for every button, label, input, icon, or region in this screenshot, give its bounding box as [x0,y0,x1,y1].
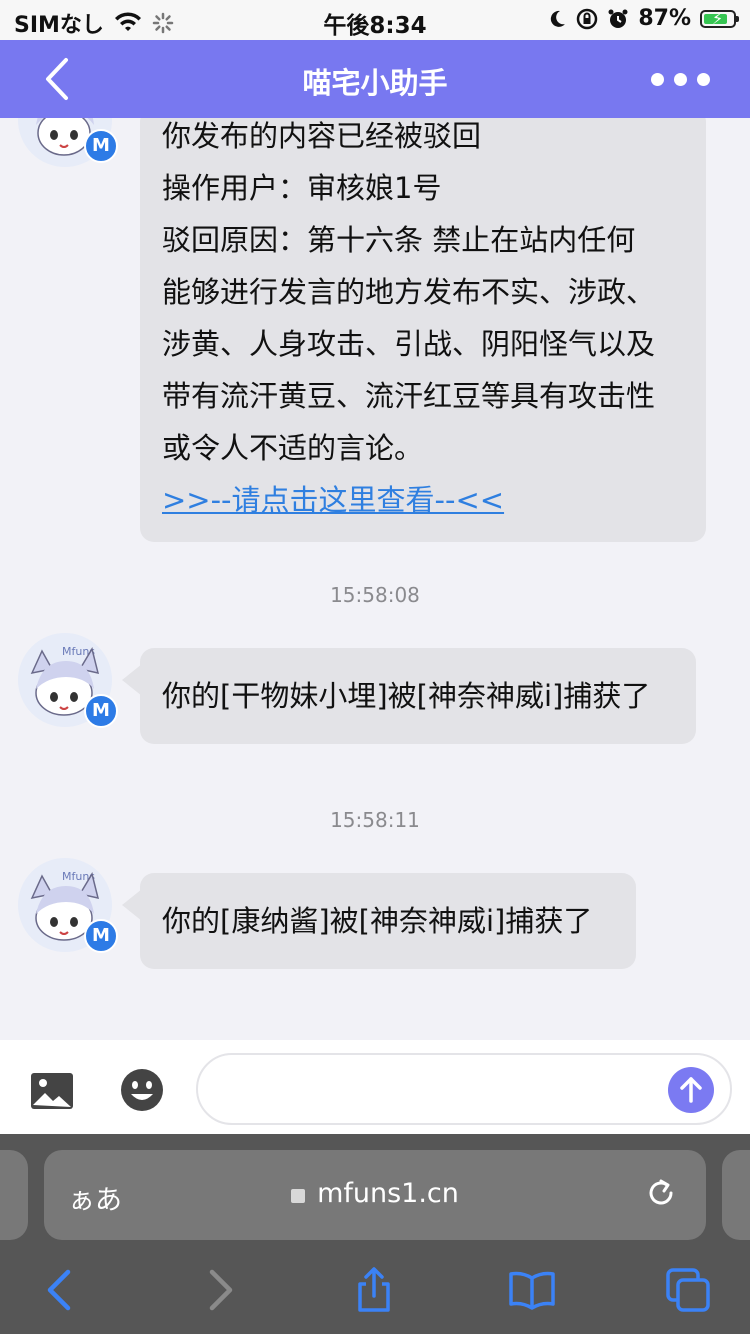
rotation-lock-icon [577,8,598,29]
bubble-tail [122,889,142,921]
share-icon[interactable] [350,1266,398,1314]
bookmarks-icon[interactable] [508,1266,556,1314]
forward-arrow-icon[interactable] [196,1266,244,1314]
message-input-field[interactable] [196,1053,732,1125]
message-text: 你的[干物妹小埋]被[神奈神威i]捕获了 [162,679,651,713]
next-tab-edge[interactable] [722,1150,750,1240]
status-bar: SIMなし 午後8:34 87% ⚡ [0,0,750,40]
view-details-link[interactable]: >>--请点击这里查看--<< [162,474,684,526]
message-bubble: 你的[干物妹小埋]被[神奈神威i]捕获了 [140,648,696,744]
bubble-tail [122,664,142,696]
browser-toolbar: ぁあ mfuns1.cn [0,1134,750,1334]
moon-icon [551,10,566,27]
nav-bar: 喵宅小助手 [0,40,750,118]
address-bar[interactable]: ぁあ mfuns1.cn [44,1150,706,1240]
send-button[interactable] [668,1067,714,1113]
message-line: 或令人不适的言论。 [162,431,424,465]
url-display[interactable]: mfuns1.cn [44,1178,706,1209]
dot [697,73,710,86]
m-badge-icon: M [84,129,118,163]
more-dots-icon[interactable] [651,73,710,86]
input-bar [0,1040,750,1134]
page-title: 喵宅小助手 [302,66,448,100]
chat-area[interactable]: M 你发布的内容已经被驳回 操作用户：审核娘1号 驳回原因：第十六条 禁止在站内… [0,118,750,1040]
message-line: 你发布的内容已经被驳回 [162,119,482,153]
dot [674,73,687,86]
message-line: 涉黄、人身攻击、引战、阴阳怪气以及 [162,327,656,361]
dot [651,73,664,86]
image-icon[interactable] [30,1072,74,1110]
reload-icon[interactable] [644,1176,678,1210]
alarm-icon [608,9,628,28]
previous-tab-edge[interactable] [0,1150,28,1240]
battery-charging-icon: ⚡ [700,8,739,28]
message-bubble: 你发布的内容已经被驳回 操作用户：审核娘1号 驳回原因：第十六条 禁止在站内任何… [140,118,706,542]
battery-percent: 87% [638,6,691,31]
message-bubble: 你的[康纳酱]被[神奈神威i]捕获了 [140,873,636,969]
message-input[interactable] [220,1055,664,1123]
status-right: 87% ⚡ [547,6,739,31]
m-badge-icon: M [84,694,118,728]
charging-bolt-icon: ⚡ [712,8,724,28]
tabs-icon[interactable] [664,1266,712,1314]
lock-icon [291,1189,306,1203]
message-line: 操作用户：审核娘1号 [162,171,442,205]
message-line: 带有流汗黄豆、流汗红豆等具有攻击性 [162,379,656,413]
message-line: 驳回原因：第十六条 禁止在站内任何 [162,223,636,257]
message-timestamp: 15:58:08 [330,583,420,607]
message-text: 你的[康纳酱]被[神奈神威i]捕获了 [162,904,593,938]
back-arrow-icon[interactable] [36,1266,84,1314]
send-arrow-icon [680,1077,702,1103]
emoji-icon[interactable] [120,1068,164,1112]
message-timestamp: 15:58:11 [330,808,420,832]
url-text: mfuns1.cn [317,1178,459,1209]
message-line: 能够进行发言的地方发布不实、涉政、 [162,275,656,309]
m-badge-icon: M [84,919,118,953]
